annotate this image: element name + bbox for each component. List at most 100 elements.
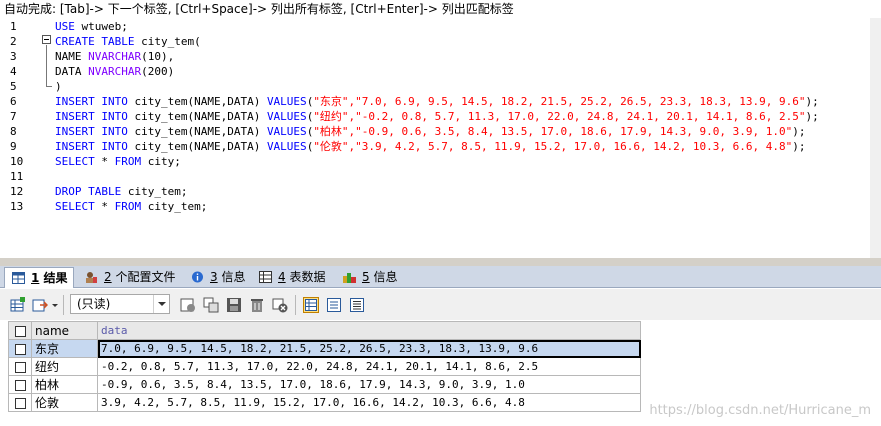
tab-number: 2 [104,270,112,284]
code-token: city_tem; [127,185,188,198]
tab-number: 5 [362,270,370,284]
checkbox[interactable] [14,379,26,391]
code-token: "伦敦","3.9, 4.2, 5.7, 8.5, 11.9, 15.2, 17… [313,140,793,153]
code-line[interactable]: DATA NVARCHAR(200) [55,64,174,79]
tab-profiles[interactable]: 2 个配置文件 [78,267,180,288]
cell-data[interactable]: 7.0, 6.9, 9.5, 14.5, 18.2, 21.5, 25.2, 2… [97,339,641,358]
code-token: city; [147,155,181,168]
code-token: ); [792,125,806,138]
grid-view-icon[interactable] [303,297,319,313]
code-token: INSERT INTO [55,125,135,138]
code-line[interactable]: CREATE TABLE city_tem( [55,34,201,49]
line-number: 9 [10,140,17,153]
line-number: 11 [10,170,24,183]
table-row[interactable]: 纽约 -0.2, 0.8, 5.7, 11.3, 17.0, 22.0, 24.… [8,357,641,376]
column-header-name[interactable]: name [31,321,98,340]
select-all-cell[interactable] [8,321,32,340]
code-line[interactable]: SELECT * FROM city; [55,154,181,169]
line-number: 13 [10,200,24,213]
table-row[interactable]: 东京 7.0, 6.9, 9.5, 14.5, 18.2, 21.5, 25.2… [8,339,641,358]
code-line[interactable]: ) [55,79,62,94]
code-line[interactable]: INSERT INTO city_tem(NAME,DATA) VALUES("… [55,124,806,139]
cell-name[interactable]: 伦敦 [31,393,98,412]
cell-name[interactable]: 纽约 [31,357,98,376]
code-line[interactable]: SELECT * FROM city_tem; [55,199,207,214]
tab-table-data[interactable]: 4 表数据 [252,267,332,288]
code-line[interactable]: INSERT INTO city_tem(NAME,DATA) VALUES("… [55,139,806,154]
grid-add-icon[interactable] [10,297,26,313]
table-row[interactable]: 伦敦 3.9, 4.2, 5.7, 8.5, 11.9, 15.2, 17.0,… [8,393,641,412]
checkbox[interactable] [14,343,26,355]
code-token: (200) [141,65,175,78]
row-check-cell[interactable] [8,339,32,358]
autocomplete-hint: 自动完成: [Tab]-> 下一个标签, [Ctrl+Space]-> 列出所有… [0,0,881,18]
code-line[interactable]: INSERT INTO city_tem(NAME,DATA) VALUES("… [55,94,819,109]
line-number: 2 [10,35,17,48]
table-row[interactable]: 柏林 -0.9, 0.6, 3.5, 8.4, 13.5, 17.0, 18.6… [8,375,641,394]
result-tabs: 1 结果 2 个配置文件 3 信息 4 表数据 5 信息 [0,266,881,288]
code-token: DROP TABLE [55,185,128,198]
tab-label: 信息 [217,270,246,284]
line-number: 3 [10,50,17,63]
line-number: 12 [10,185,24,198]
info-icon [192,271,203,283]
delete-icon[interactable] [249,297,265,313]
line-number: 6 [10,95,17,108]
line-number: 4 [10,65,17,78]
line-number: 10 [10,155,24,168]
cell-data[interactable]: -0.2, 0.8, 5.7, 11.3, 17.0, 22.0, 24.8, … [97,357,641,376]
code-line[interactable]: DROP TABLE city_tem; [55,184,187,199]
line-number: 7 [10,110,17,123]
column-header-data[interactable]: data [97,321,641,340]
result-table: name data 东京 7.0, 6.9, 9.5, 14.5, 18.2, … [8,321,641,412]
code-token: ); [805,95,819,108]
result-toolbar: (只读) [0,289,881,320]
code-token: FROM [114,200,148,213]
info-history-icon [343,273,356,283]
cell-data[interactable]: -0.9, 0.6, 3.5, 8.4, 13.5, 17.0, 18.6, 1… [97,375,641,394]
tab-number: 3 [210,270,218,284]
code-line[interactable]: NAME NVARCHAR(10), [55,49,174,64]
code-token: VALUES [266,95,307,108]
export-icon[interactable] [32,297,48,313]
sql-editor[interactable]: 1 2 3 4 5 6 7 8 9 10 11 12 13 USE wtuweb; CREATE TABL… [0,18,881,258]
editor-scrollbar[interactable] [870,18,881,258]
code-token: SELECT [55,155,102,168]
code-line[interactable]: USE wtuweb; [55,19,128,34]
cell-name[interactable]: 柏林 [31,375,98,394]
code-token: city_tem(NAME,DATA) [134,140,267,153]
fold-collapse-icon[interactable] [42,35,51,44]
code-token: USE [55,20,82,33]
tab-number: 4 [278,270,286,284]
tab-messages[interactable]: 3 信息 [184,267,250,288]
code-token: "东京","7.0, 6.9, 9.5, 14.5, 18.2, 21.5, 2… [313,95,806,108]
save-icon[interactable] [226,297,242,313]
chevron-down-icon[interactable] [50,297,60,313]
line-number: 1 [10,20,17,33]
cell-name[interactable]: 东京 [31,339,98,358]
row-check-cell[interactable] [8,393,32,412]
toolbar-separator [63,295,64,315]
tab-history[interactable]: 5 信息 [336,267,402,288]
checkbox[interactable] [14,361,26,373]
checkbox[interactable] [14,397,26,409]
insert-row-icon[interactable] [180,297,196,313]
line-number: 5 [10,80,17,93]
duplicate-row-icon[interactable] [203,297,219,313]
code-line[interactable]: INSERT INTO city_tem(NAME,DATA) VALUES("… [55,109,819,124]
cell-data[interactable]: 3.9, 4.2, 5.7, 8.5, 11.9, 15.2, 17.0, 16… [97,393,641,412]
code-token: city_tem; [147,200,208,213]
fold-margin [40,18,54,258]
mode-select[interactable]: (只读) [70,294,170,314]
row-check-cell[interactable] [8,357,32,376]
text-view-icon[interactable] [349,297,365,313]
row-check-cell[interactable] [8,375,32,394]
tab-results[interactable]: 1 结果 [4,267,74,288]
code-token: INSERT INTO [55,95,135,108]
fold-line [46,45,47,86]
pane-splitter[interactable] [0,258,881,266]
profile-icon [86,272,97,283]
checkbox[interactable] [14,325,26,337]
form-view-icon[interactable] [326,297,342,313]
cancel-changes-icon[interactable] [272,297,288,313]
